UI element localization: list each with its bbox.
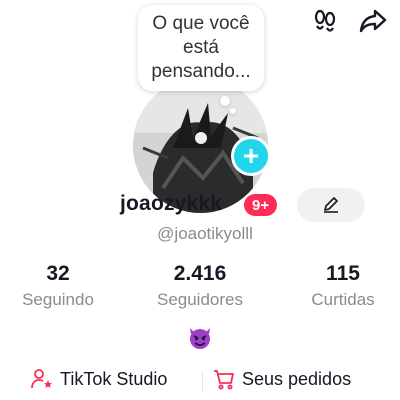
edit-profile-button[interactable] [297,188,365,222]
stat-value: 2.416 [173,262,227,285]
top-action-bar [310,6,388,36]
tiktok-studio-link[interactable]: TikTok Studio [30,368,167,390]
note-bubble[interactable]: O que você está pensando... [138,5,264,91]
bio-devil-emoji-icon [187,324,213,350]
name-row: joaozykkk 9+ [0,188,400,224]
my-orders-label: Seus pedidos [242,368,352,389]
stat-following[interactable]: 32 Seguindo [0,262,123,310]
username: joaozykkk [120,192,223,215]
stat-followers[interactable]: 2.416 Seguidores [135,262,265,310]
stat-label: Seguindo [22,290,94,309]
footprints-icon[interactable] [310,6,340,36]
note-text: O que você está pensando... [151,13,251,82]
pencil-icon [324,197,338,213]
profile-links: TikTok Studio Seus pedidos [0,368,400,396]
my-orders-link[interactable]: Seus pedidos [212,368,351,390]
share-icon[interactable] [358,6,388,36]
stat-value: 115 [326,262,360,285]
add-avatar-button[interactable]: + [231,136,271,176]
notification-badge[interactable]: 9+ [244,194,278,216]
stat-label: Seguidores [156,290,243,309]
stat-value: 32 [46,262,70,285]
note-bubble-tail [220,96,230,106]
person-star-icon [31,369,52,389]
plus-icon: + [242,140,260,171]
user-handle: @joaotikyolll [157,224,253,243]
note-bubble-tail-small [230,108,236,114]
cart-icon [214,370,234,390]
stat-label: Curtidas [311,290,375,309]
stat-likes[interactable]: 115 Curtidas [278,262,400,310]
tiktok-studio-label: TikTok Studio [60,368,168,389]
links-divider [202,372,203,392]
profile-stats: 32 Seguindo 2.416 Seguidores 115 Curtida… [0,262,400,312]
